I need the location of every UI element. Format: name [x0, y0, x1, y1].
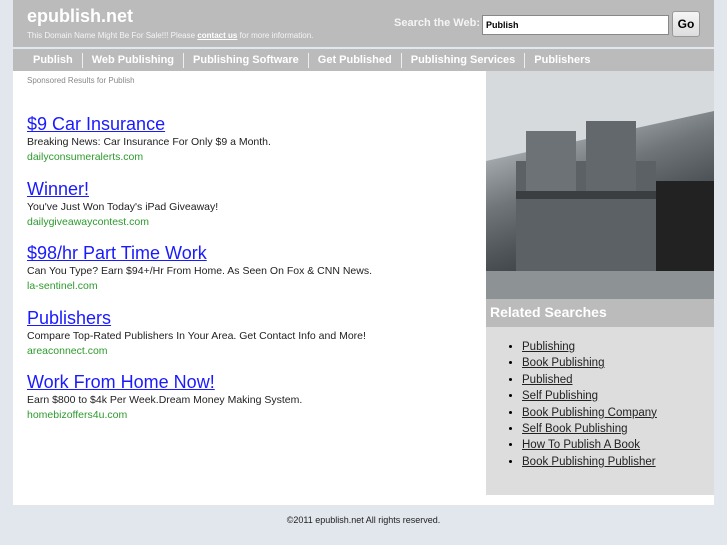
related-searches-title: Related Searches [486, 299, 714, 327]
ad-description: You've Just Won Today's iPad Giveaway! [27, 200, 219, 213]
header: epublish.net This Domain Name Might Be F… [13, 0, 714, 47]
related-searches: Related Searches Publishing Book Publishi… [486, 299, 714, 470]
related-search-link[interactable]: Book Publishing Publisher [522, 456, 656, 468]
contact-us-link[interactable]: contact us [197, 31, 237, 40]
go-button[interactable]: Go [672, 11, 700, 37]
printing-press-photo [486, 71, 714, 299]
ad-title-link[interactable]: Publishers [27, 307, 467, 329]
nav-publishing-software[interactable]: Publishing Software [183, 52, 308, 68]
ad-item: Publishers Compare Top-Rated Publishers I… [27, 307, 467, 372]
ad-title-link[interactable]: $98/hr Part Time Work [27, 242, 467, 264]
sponsored-label: Sponsored Results for Publish [27, 76, 135, 85]
nav-web-publishing[interactable]: Web Publishing [81, 52, 183, 68]
related-item: Self Publishing [522, 388, 714, 404]
ad-title-link[interactable]: Work From Home Now! [27, 371, 467, 393]
related-item: Self Book Publishing [522, 421, 714, 437]
ad-url-link[interactable]: dailyconsumeralerts.com [27, 150, 467, 165]
ad-url-link[interactable]: areaconnect.com [27, 344, 467, 359]
ad-list: $9 Car Insurance Breaking News: Car Insur… [27, 113, 467, 436]
site-title: epublish.net [27, 6, 134, 26]
tagline: This Domain Name Might Be For Sale!!! Pl… [27, 31, 313, 40]
related-search-link[interactable]: Book Publishing [522, 357, 604, 369]
footer-copyright: ©2011 epublish.net All rights reserved. [286, 515, 441, 525]
ad-title-link[interactable]: $9 Car Insurance [27, 113, 467, 135]
ad-description: Breaking News: Car Insurance For Only $9… [27, 136, 271, 148]
ad-description: Can You Type? Earn $94+/Hr From Home. As… [27, 265, 373, 277]
related-search-link[interactable]: Publishing [522, 341, 575, 353]
related-search-link[interactable]: Self Book Publishing [522, 423, 627, 435]
ad-description: Compare Top-Rated Publishers In Your Are… [27, 329, 366, 342]
related-item: How To Publish A Book [522, 437, 714, 453]
ad-url-link[interactable]: homebizoffers4u.com [27, 408, 467, 423]
sidebar: Related Searches Publishing Book Publishi… [486, 71, 714, 495]
ad-item: $98/hr Part Time Work Can You Type? Earn … [27, 242, 467, 307]
ad-description: Earn $800 to $4k Per Week.Dream Money Ma… [27, 394, 303, 406]
related-item: Book Publishing Publisher [522, 454, 714, 470]
related-list: Publishing Book Publishing Published Self P… [486, 327, 714, 470]
tagline-text: This Domain Name Might Be For Sale!!! Pl… [27, 31, 196, 40]
search-input[interactable] [482, 15, 669, 35]
related-item: Book Publishing [522, 355, 714, 371]
ad-title-link[interactable]: Winner! [27, 178, 467, 200]
nav-publish[interactable]: Publish [25, 53, 82, 68]
ad-url-link[interactable]: dailygiveawaycontest.com [27, 215, 467, 230]
ad-url-link[interactable]: la-sentinel.com [27, 279, 467, 294]
nav-get-published[interactable]: Get Published [307, 52, 401, 68]
ad-item: $9 Car Insurance Breaking News: Car Insur… [27, 113, 467, 178]
related-search-link[interactable]: Self Publishing [522, 390, 598, 402]
related-item: Publishing [522, 339, 714, 355]
related-search-link[interactable]: Book Publishing Company [522, 407, 657, 419]
related-search-link[interactable]: Published [522, 374, 573, 386]
search-label: Search the Web: [394, 17, 480, 29]
nav-publishing-services[interactable]: Publishing Services [400, 52, 525, 68]
ad-item: Winner! You've Just Won Today's iPad Give… [27, 178, 467, 243]
related-item: Book Publishing Company [522, 405, 714, 421]
main-content: Sponsored Results for Publish $9 Car Ins… [13, 71, 714, 505]
printing-press-illustration [486, 71, 714, 299]
related-item: Published [522, 372, 714, 388]
tagline-text-end: for more information. [239, 31, 314, 40]
related-search-link[interactable]: How To Publish A Book [522, 439, 640, 451]
nav-bar: Publish Web Publishing Publishing Softwa… [13, 49, 714, 71]
ad-item: Work From Home Now! Earn $800 to $4k Per … [27, 371, 467, 436]
nav-publishers[interactable]: Publishers [524, 52, 599, 68]
